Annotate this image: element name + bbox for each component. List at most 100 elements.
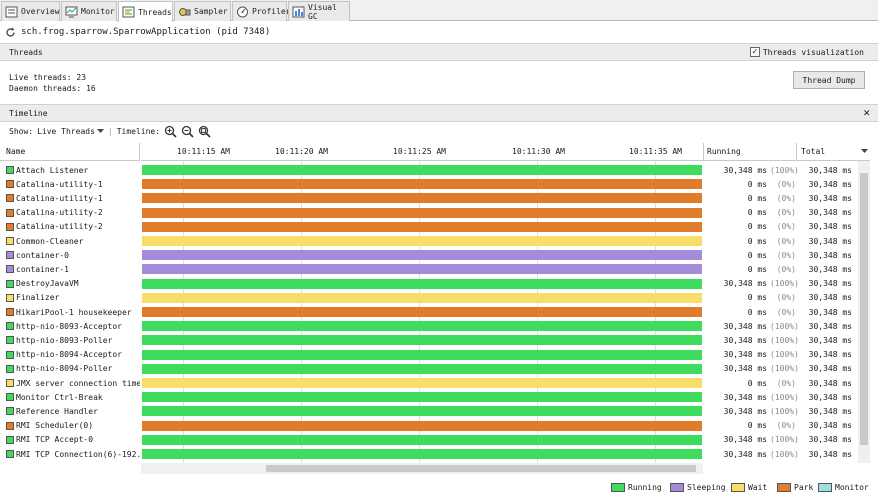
thread-name: Common-Cleaner <box>16 236 84 246</box>
threads-icon <box>122 6 135 18</box>
thread-state-swatch <box>6 194 14 203</box>
thread-name: http-nio-8093-Poller <box>16 335 113 345</box>
running-time-cell: 30,348 ms (100%) <box>706 390 799 404</box>
table-row[interactable]: Catalina-utility-1 0 ms (0%) 30,348 ms <box>0 191 858 205</box>
total-time-cell: 30,348 ms <box>796 419 852 433</box>
thread-state-bar <box>142 406 702 417</box>
table-row[interactable]: Catalina-utility-2 0 ms (0%) 30,348 ms <box>0 206 858 220</box>
vertical-scrollbar[interactable] <box>858 161 870 463</box>
tab-profiler[interactable]: Profiler <box>232 1 291 21</box>
thread-name-cell: RMI TCP Accept-0 <box>6 433 140 447</box>
tab-monitor[interactable]: Monitor <box>61 1 117 21</box>
legend-item-park: Park <box>777 481 813 493</box>
tab-threads[interactable]: Threads <box>118 1 173 22</box>
close-icon[interactable]: ✕ <box>863 107 870 119</box>
running-time-cell: 30,348 ms (100%) <box>706 348 799 362</box>
total-time-cell: 30,348 ms <box>796 206 852 220</box>
table-row[interactable]: JMX server connection timeout 0 ms (0%) 30,… <box>0 376 858 390</box>
legend-label: Park <box>794 482 814 492</box>
table-row[interactable]: Attach Listener 30,348 ms (100%) 30,348 ms <box>0 163 858 177</box>
legend-swatch <box>818 482 832 492</box>
zoom-out-icon[interactable] <box>181 125 194 138</box>
thread-state-swatch <box>6 336 14 345</box>
thread-state-swatch <box>6 350 14 359</box>
threads-visualization-checkbox[interactable]: ✓ Threads visualization <box>749 47 864 57</box>
zoom-fit-icon[interactable] <box>198 125 211 138</box>
running-time: 30,348 ms <box>723 406 767 416</box>
table-row[interactable]: RMI TCP Connection(6)-192.16830,348 ms(1… <box>0 447 858 461</box>
running-time: 30,348 ms <box>723 392 767 402</box>
column-selector-button[interactable] <box>858 143 870 161</box>
total-time: 30,348 ms <box>808 406 852 416</box>
live-threads-count: Live threads: 23 <box>9 73 87 82</box>
thread-state-bar <box>142 392 702 403</box>
show-threads-dropdown[interactable]: Live Threads <box>37 127 104 136</box>
table-row[interactable]: http-nio-8093-Poller 30,348 ms (100%) 30,34… <box>0 333 858 347</box>
zoom-in-icon[interactable] <box>164 125 177 138</box>
total-time-cell: 30,348 ms <box>796 177 852 191</box>
legend-item-sleeping: Sleeping <box>670 481 726 493</box>
thread-state-swatch <box>6 208 14 217</box>
running-time-cell: 30,348 ms (100%) <box>706 362 799 376</box>
tab-overview[interactable]: Overview <box>1 1 60 21</box>
running-percent: (100%) <box>770 392 799 402</box>
thread-state-swatch <box>6 393 14 402</box>
table-row[interactable]: Finalizer 0 ms (0%) 30,348 ms <box>0 291 858 305</box>
thread-name-cell: http-nio-8093-Poller <box>6 333 140 347</box>
running-percent: (0%) <box>776 293 796 303</box>
thread-name-cell: Catalina-utility-1 <box>6 191 140 205</box>
column-header-name-label: Name <box>6 147 26 156</box>
table-row[interactable]: Catalina-utility-2 0 ms (0%) 30,348 ms <box>0 220 858 234</box>
table-row[interactable]: container-0 0 ms (0%) 30,348 ms <box>0 248 858 262</box>
column-header-name[interactable]: Name <box>0 143 140 161</box>
running-percent: (0%) <box>776 264 796 274</box>
table-row[interactable]: Catalina-utility-1 0 ms (0%) 30,348 ms <box>0 177 858 191</box>
legend-item-monitor: Monitor <box>818 481 869 493</box>
table-row[interactable]: Monitor Ctrl-Break 30,348 ms (100%) 30,348 … <box>0 390 858 404</box>
table-row[interactable]: Common-Cleaner 0 ms (0%) 30,348 ms <box>0 234 858 248</box>
running-time-cell: 0 ms (0%) <box>706 234 796 248</box>
thread-state-swatch <box>6 364 14 373</box>
tab-visual-gc[interactable]: Visual GC <box>288 1 350 21</box>
table-row[interactable]: container-1 0 ms (0%) 30,348 ms <box>0 262 858 276</box>
table-row[interactable]: DestroyJavaVM 30,348 ms (100%) 30,348 ms <box>0 277 858 291</box>
table-row[interactable]: http-nio-8094-Acceptor 30,348 ms (100%) 30,… <box>0 348 858 362</box>
thread-name: Catalina-utility-1 <box>16 179 103 189</box>
thread-state-swatch <box>6 293 14 302</box>
running-time-cell: 0 ms (0%) <box>706 206 796 220</box>
scrollbar-thumb[interactable] <box>860 173 868 445</box>
table-row[interactable]: http-nio-8094-Poller 30,348 ms (100%) 30,34… <box>0 362 858 376</box>
running-time-cell: 0 ms (0%) <box>706 305 796 319</box>
running-time: 0 ms <box>747 208 767 218</box>
column-header-total[interactable]: Total <box>796 143 858 161</box>
running-time: 30,348 ms <box>723 321 767 331</box>
timeline-label: Timeline: <box>116 126 161 136</box>
table-row[interactable]: HikariPool-1 housekeeper 0 ms (0%) 30,348 m… <box>0 305 858 319</box>
legend-label: Sleeping <box>687 482 726 492</box>
horizontal-scrollbar[interactable] <box>141 463 703 474</box>
tab-sampler[interactable]: Sampler <box>174 1 231 21</box>
total-time-cell: 30,348 ms <box>796 447 852 461</box>
application-title-bar: sch.frog.sparrow.SparrowApplication (pid… <box>0 22 878 42</box>
total-time: 30,348 ms <box>808 421 852 431</box>
thread-dump-button[interactable]: Thread Dump <box>793 71 865 89</box>
table-row[interactable]: http-nio-8093-Acceptor 30,348 ms (100%) 30,… <box>0 319 858 333</box>
thread-name: container-0 <box>16 250 69 260</box>
thread-name-cell: RMI Scheduler(0) <box>6 419 140 433</box>
table-row[interactable]: RMI TCP Accept-0 30,348 ms (100%) 30,348 ms <box>0 433 858 447</box>
legend-swatch <box>670 482 684 492</box>
thread-name: RMI TCP Connection(6)-192.168 <box>16 449 140 459</box>
table-row[interactable]: RMI Scheduler(0) 0 ms (0%) 30,348 ms <box>0 419 858 433</box>
thread-timeline-table: Name 10:11:15 AM 10:11:20 AM 10:11:25 AM… <box>0 143 878 463</box>
scrollbar-thumb[interactable] <box>266 465 696 472</box>
running-time-cell: 0 ms (0%) <box>706 419 796 433</box>
tab-label: Threads <box>138 7 172 17</box>
column-header-running[interactable]: Running <box>703 143 796 161</box>
total-time-cell: 30,348 ms <box>796 262 852 276</box>
running-time-cell: 0 ms (0%) <box>706 248 796 262</box>
threads-section-header: Threads ✓ Threads visualization <box>0 43 878 61</box>
column-header-timeline[interactable]: 10:11:15 AM 10:11:20 AM 10:11:25 AM 10:1… <box>141 143 703 161</box>
table-row[interactable]: Reference Handler 30,348 ms (100%) 30,348 m… <box>0 404 858 418</box>
tab-label: Visual GC <box>308 2 337 21</box>
thread-state-bar <box>142 434 702 445</box>
